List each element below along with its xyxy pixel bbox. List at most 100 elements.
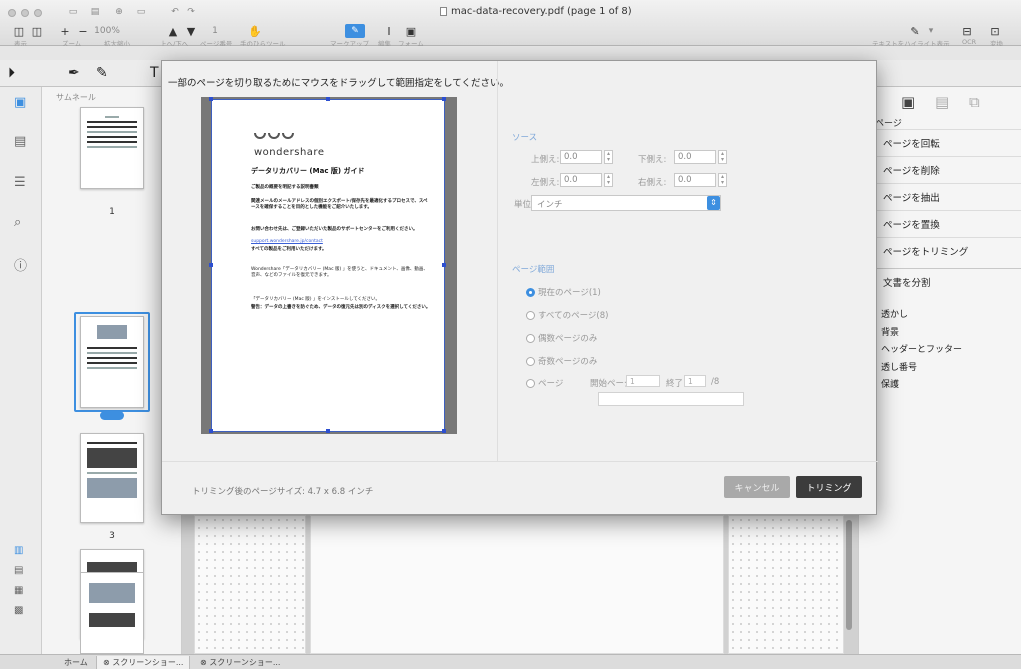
bottom-margin-input[interactable]: 0.0: [674, 150, 716, 164]
extract-page-item[interactable]: ⇩ページを抽出: [865, 183, 1021, 210]
vertical-scrollbar[interactable]: [846, 520, 852, 630]
convert-icon[interactable]: ⊡: [988, 25, 1002, 38]
left-margin-input[interactable]: 0.0: [560, 173, 602, 187]
thumb-line: [87, 136, 137, 138]
single-view-icon[interactable]: ▥: [14, 545, 23, 556]
close-tab-icon[interactable]: ⊗: [103, 658, 112, 667]
search-icon[interactable]: ⌕: [14, 215, 21, 230]
crop-handle[interactable]: [326, 97, 330, 101]
document-panel-icon[interactable]: ▤: [935, 93, 949, 111]
thumb-line: [87, 131, 137, 133]
preview-page: wondershare データリカバリー (Mac 版) ガイド ご製品の概要を…: [211, 99, 445, 432]
highlight-dropdown-icon[interactable]: ▾: [924, 26, 938, 36]
delete-page-item[interactable]: ✕ページを削除: [865, 156, 1021, 183]
unit-select[interactable]: インチ ⇕: [531, 195, 721, 211]
edit-icon[interactable]: I: [382, 25, 396, 38]
view-grid-icon[interactable]: ◫: [30, 25, 44, 38]
info-icon[interactable]: ⓘ: [14, 255, 27, 274]
redo-icon[interactable]: ↷: [184, 7, 198, 17]
left-sidebar: ▣ ▤ ☰ ⌕ ⓘ ▥ ▤ ▦ ▩: [0, 87, 42, 654]
start-page-input[interactable]: 1: [626, 375, 660, 387]
radio-current-page[interactable]: 現在のページ(1): [526, 286, 601, 298]
bates-number-link[interactable]: 透し番号: [881, 360, 917, 373]
hand-tool-icon[interactable]: ✋: [248, 25, 262, 38]
crop-handle[interactable]: [209, 263, 213, 267]
right-margin-input[interactable]: 0.0: [674, 173, 716, 187]
left-margin-stepper[interactable]: ▴ ▾: [604, 173, 613, 187]
toolbar-icon-a[interactable]: ▭: [66, 7, 80, 17]
top-margin-stepper[interactable]: ▴ ▾: [604, 150, 613, 164]
crop-handle[interactable]: [442, 97, 446, 101]
toolbar-icon-c[interactable]: ⊕: [112, 7, 126, 17]
toolbar-icon-d[interactable]: ▭: [134, 7, 148, 17]
crop-handle[interactable]: [326, 429, 330, 433]
outline-icon[interactable]: ☰: [14, 175, 26, 190]
end-page-input[interactable]: 1: [684, 375, 706, 387]
thumbnails-icon[interactable]: ▣: [14, 95, 26, 110]
tab-screenshot-1[interactable]: ⊗ スクリーンショー...: [96, 656, 191, 669]
undo-icon[interactable]: ↶: [168, 7, 182, 17]
ocr-icon[interactable]: ⊟: [960, 25, 974, 38]
crop-button[interactable]: トリミング: [796, 476, 862, 498]
page-thumbnail[interactable]: [80, 433, 144, 523]
dialog-instruction: 一部のページを切り取るためにマウスをドラッグして範囲指定をしてください。: [168, 78, 509, 89]
bottom-margin-stepper[interactable]: ▴ ▾: [718, 150, 727, 164]
page-thumbnail[interactable]: [80, 107, 144, 189]
right-margin-stepper[interactable]: ▴ ▾: [718, 173, 727, 187]
radio-label: 偶数ページのみ: [538, 334, 598, 344]
right-panel-header: ページ: [875, 119, 902, 129]
pen-icon[interactable]: ✒: [68, 65, 80, 81]
page-down-icon[interactable]: ▼: [184, 25, 198, 38]
highlight-icon[interactable]: ✎: [908, 25, 922, 38]
radio-even-pages[interactable]: 偶数ページのみ: [526, 332, 597, 344]
crop-handle[interactable]: [209, 429, 213, 433]
background-link[interactable]: 背景: [881, 325, 899, 338]
view-icon[interactable]: ◫: [12, 25, 26, 38]
right-margin-label: 右側え:: [638, 178, 667, 188]
radio-page-range[interactable]: ページ: [526, 377, 563, 389]
text-tool-icon[interactable]: T: [150, 65, 159, 81]
rotate-page-item[interactable]: ↻ページを回転: [865, 129, 1021, 156]
page-number-value[interactable]: 1: [208, 26, 222, 36]
cancel-button[interactable]: キャンセル: [724, 476, 790, 498]
radio-odd-pages[interactable]: 奇数ページのみ: [526, 355, 597, 367]
large-grid-view-icon[interactable]: ▩: [14, 605, 23, 616]
crop-handle[interactable]: [442, 429, 446, 433]
toolbar-icon-b[interactable]: ▤: [88, 7, 102, 17]
replace-page-item[interactable]: ⇄ページを置換: [865, 210, 1021, 237]
crop-page-item[interactable]: ⌗ページをトリミング: [865, 237, 1021, 264]
highlighter-icon[interactable]: ✎: [96, 65, 108, 81]
zoom-value[interactable]: 100%: [94, 26, 120, 36]
zoom-out-icon[interactable]: −: [76, 25, 90, 38]
bookmark-icon[interactable]: ▤: [14, 134, 26, 149]
page-panel-icon[interactable]: ▣: [901, 93, 915, 111]
tab-screenshot-2[interactable]: ⊗ スクリーンショー...: [194, 656, 286, 669]
security-panel-icon[interactable]: ⧉: [969, 93, 980, 111]
close-tab-icon[interactable]: ⊗: [200, 658, 209, 667]
protect-link[interactable]: 保護: [881, 377, 899, 390]
close-window-icon[interactable]: [8, 9, 16, 17]
radio-all-pages[interactable]: すべてのページ(8): [526, 309, 608, 321]
page-up-icon[interactable]: ▲: [166, 25, 180, 38]
preview-line: 警告：データの上書きを防ぐため、データの復元先は別のディスクを選択してください。: [251, 305, 431, 310]
zoom-window-icon[interactable]: [34, 9, 42, 17]
form-icon[interactable]: ▣: [404, 25, 418, 38]
page-thumbnail[interactable]: [80, 572, 144, 654]
list-view-icon[interactable]: ▤: [14, 565, 23, 576]
zoom-in-icon[interactable]: +: [58, 25, 72, 38]
crop-handle[interactable]: [442, 263, 446, 267]
top-margin-input[interactable]: 0.0: [560, 150, 602, 164]
crop-handle[interactable]: [209, 97, 213, 101]
watermark-link[interactable]: 透かし: [881, 307, 908, 320]
select-cursor-icon[interactable]: ⏵: [8, 65, 15, 81]
tab-home[interactable]: ホーム: [58, 656, 94, 669]
split-document-item[interactable]: ▯文書を分割: [865, 268, 1021, 295]
page-range-text-input[interactable]: [598, 392, 744, 406]
thumb-image: [87, 478, 137, 498]
minimize-window-icon[interactable]: [21, 9, 29, 17]
crop-preview[interactable]: wondershare データリカバリー (Mac 版) ガイド ご製品の概要を…: [201, 97, 457, 434]
markup-button[interactable]: ✎: [345, 24, 365, 38]
header-footer-link[interactable]: ヘッダーとフッター: [881, 342, 962, 355]
page-thumbnail[interactable]: [80, 316, 144, 408]
grid-view-icon[interactable]: ▦: [14, 585, 23, 596]
